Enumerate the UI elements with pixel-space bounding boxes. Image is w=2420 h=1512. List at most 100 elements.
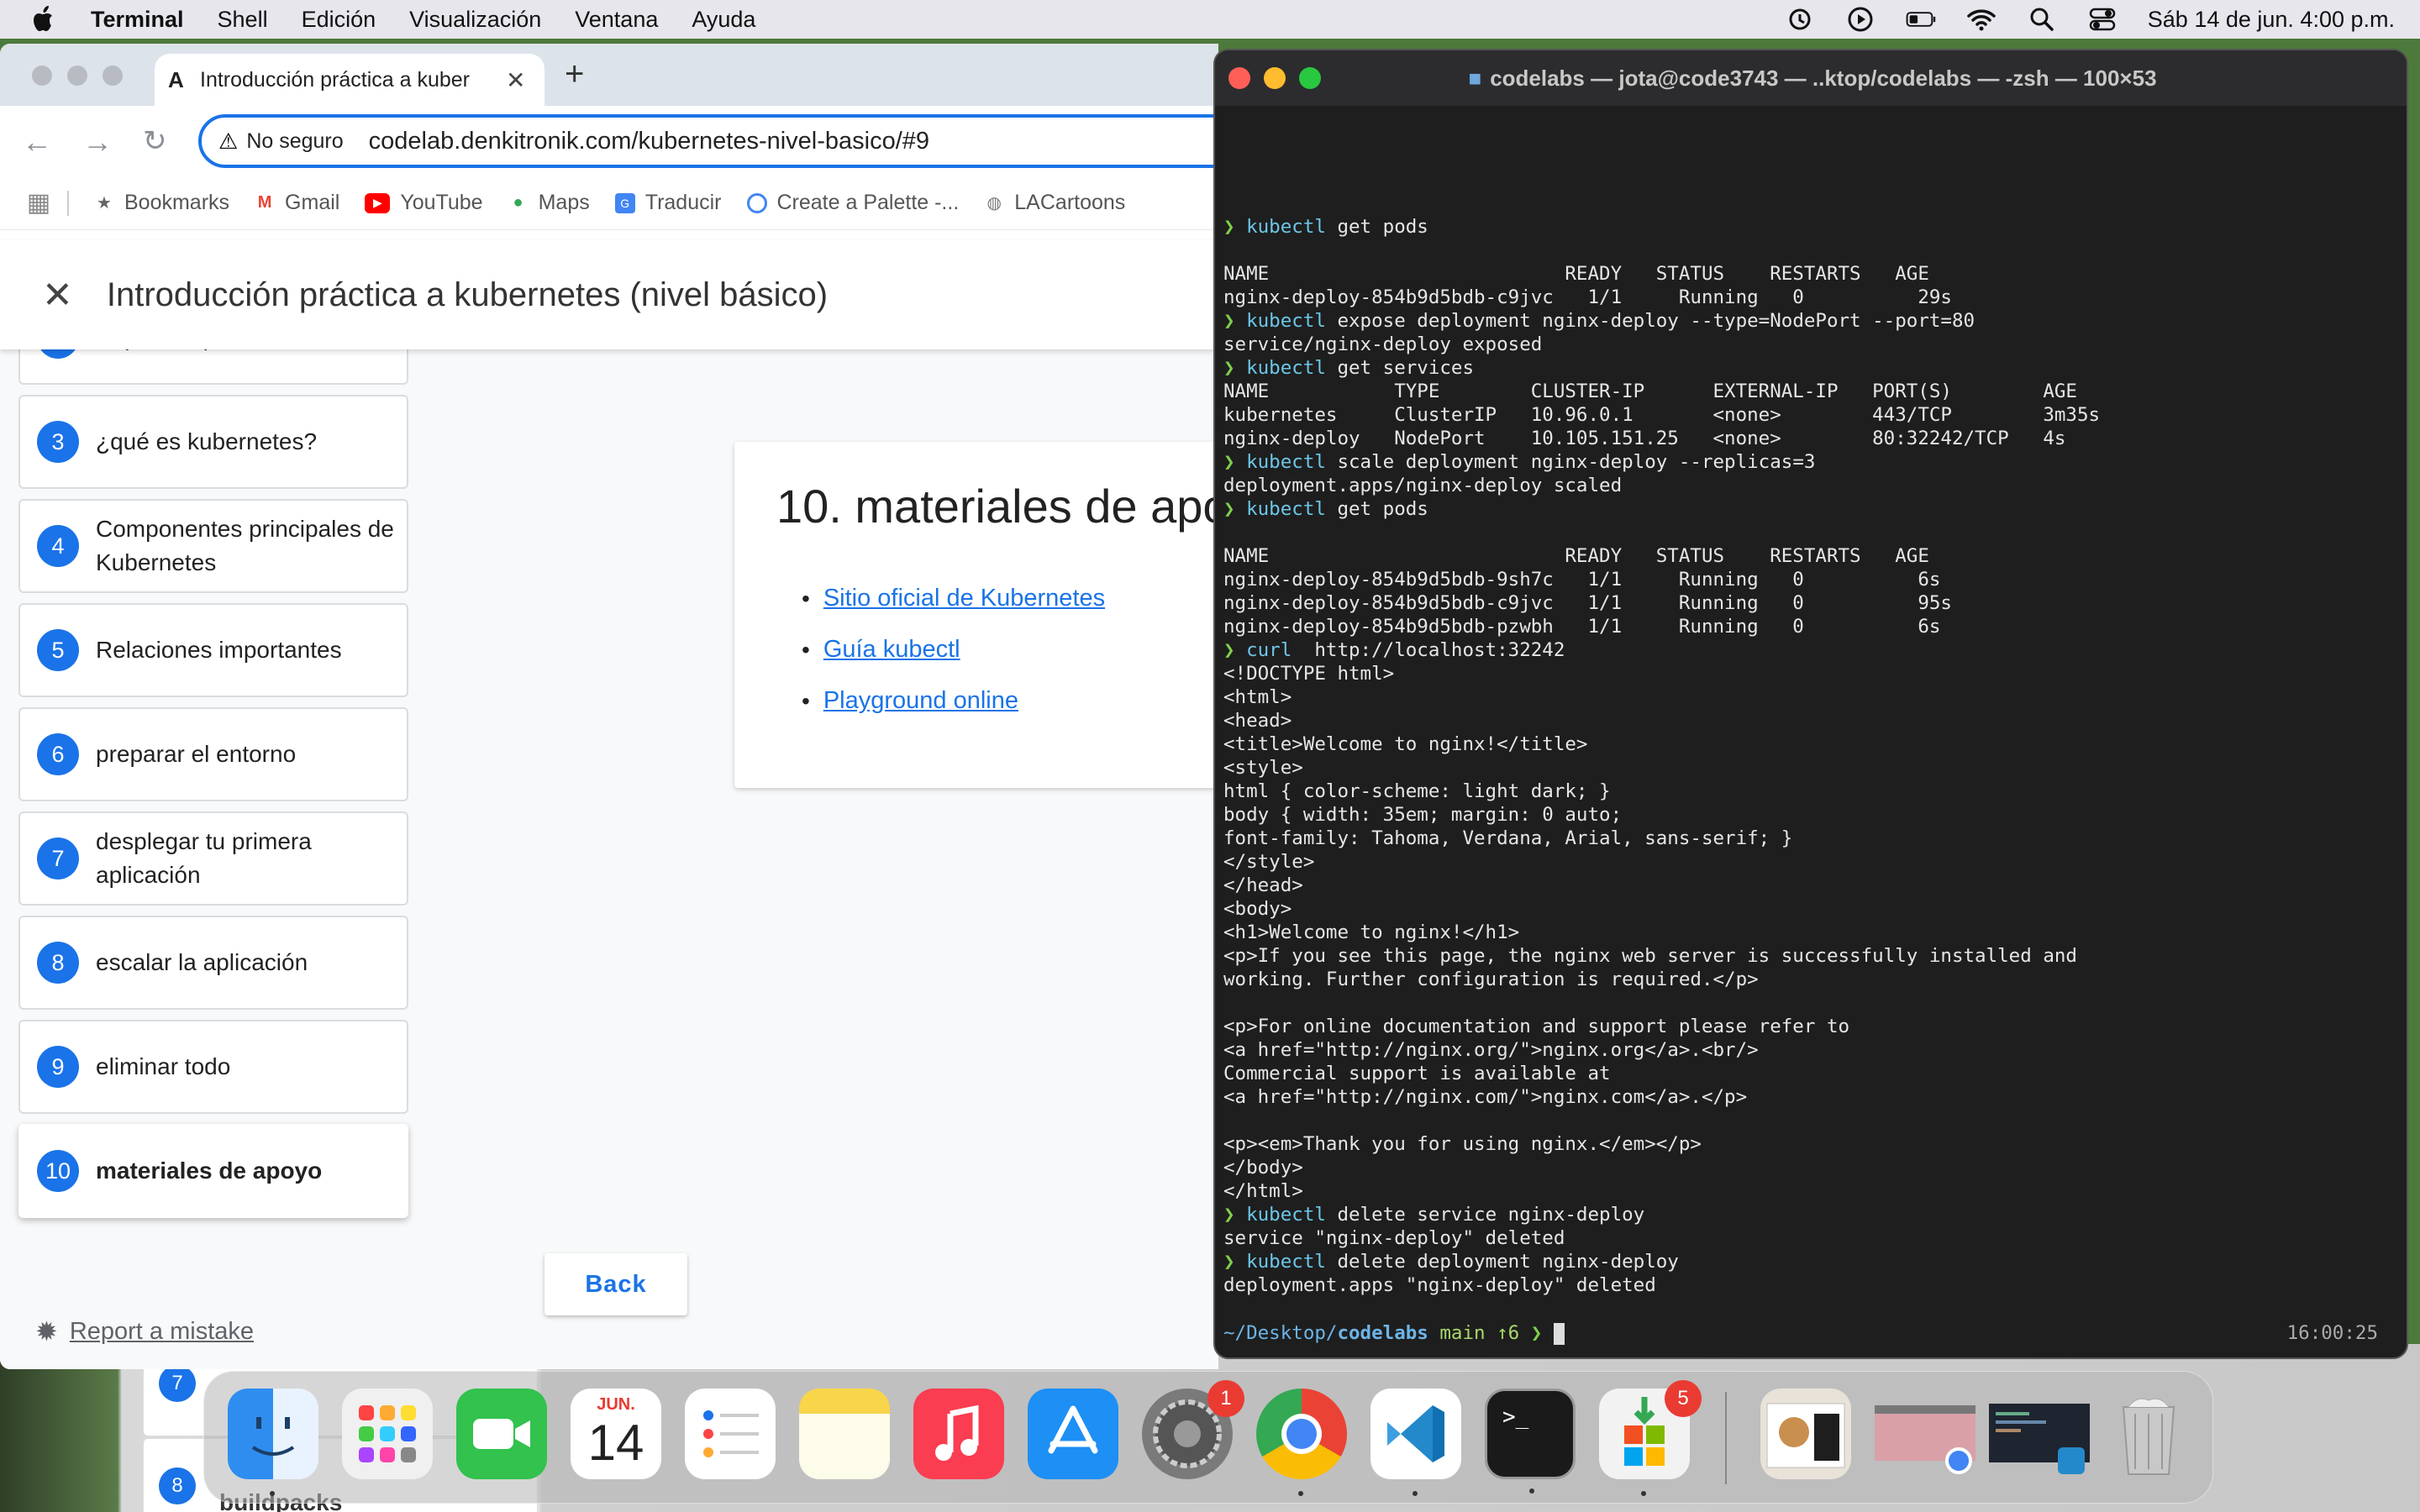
bookmark-label: YouTube xyxy=(400,191,483,214)
menu-app-name[interactable]: Terminal xyxy=(91,7,184,33)
step-item-10[interactable]: 10 materiales de apoyo xyxy=(18,1124,408,1218)
bookmark-create-palette[interactable]: Create a Palette -... xyxy=(746,191,959,215)
zoom-window-button[interactable] xyxy=(103,66,123,86)
new-tab-icon[interactable]: + xyxy=(565,55,584,93)
notes-icon[interactable] xyxy=(799,1389,890,1479)
security-label[interactable]: No seguro xyxy=(246,129,343,154)
terminal-line: ❯ kubectl scale deployment nginx-deploy … xyxy=(1223,450,2400,474)
browser-tab[interactable]: A Introducción práctica a kuber ✕ xyxy=(155,54,544,106)
terminal-line: nginx-deploy-854b9d5bdb-pzwbh 1/1 Runnin… xyxy=(1223,615,2400,638)
close-tab-icon[interactable]: ✕ xyxy=(506,66,525,94)
timemachine-icon[interactable] xyxy=(1785,6,1815,33)
menu-visualizacion[interactable]: Visualización xyxy=(409,7,541,33)
terminal-line: deployment.apps "nginx-deploy" deleted xyxy=(1223,1273,2400,1297)
prompt-arrow: ❯ xyxy=(1223,639,1247,661)
window-thumbnail-vscode[interactable] xyxy=(1989,1389,2090,1479)
forward-arrow-icon[interactable]: → xyxy=(82,124,113,160)
minimize-window-button[interactable] xyxy=(67,66,87,86)
warning-icon[interactable]: ⚠ xyxy=(218,129,238,155)
browser-window: A Introducción práctica a kuber ✕ + ← → … xyxy=(0,44,1218,1369)
step-label: Componentes principales de Kubernetes xyxy=(96,516,394,575)
battery-icon[interactable] xyxy=(1906,6,1936,33)
command-name: kubectl xyxy=(1246,498,1326,520)
terminal-line: ❯ kubectl delete service nginx-deploy xyxy=(1223,1203,2400,1226)
step-item-7[interactable]: 7 desplegar tu primera aplicación xyxy=(18,811,408,906)
search-icon[interactable] xyxy=(2027,6,2057,33)
bookmark-maps[interactable]: ● Maps xyxy=(508,191,590,215)
step-item-3[interactable]: 3 ¿qué es kubernetes? xyxy=(18,395,408,489)
wifi-icon[interactable] xyxy=(1966,6,1996,33)
office-installer-icon[interactable]: 5 xyxy=(1599,1380,1702,1496)
list-item: Guía kubectl xyxy=(802,636,1105,664)
terminal-icon[interactable]: >_ xyxy=(1485,1389,1576,1494)
finder-icon[interactable] xyxy=(228,1389,318,1496)
menu-shell[interactable]: Shell xyxy=(218,7,268,33)
menu-ayuda[interactable]: Ayuda xyxy=(692,7,755,33)
back-button[interactable]: Back xyxy=(544,1253,687,1315)
control-center-icon[interactable] xyxy=(2087,6,2118,33)
line-text: nginx-deploy-854b9d5bdb-c9jvc 1/1 Runnin… xyxy=(1223,286,1952,308)
downloads-stack-icon[interactable] xyxy=(1760,1389,1851,1479)
minimize-window-button[interactable] xyxy=(1264,67,1286,89)
line-text: delete deployment nginx-deploy xyxy=(1325,1251,1679,1273)
back-arrow-icon[interactable]: ← xyxy=(22,124,52,160)
terminal-line: </body> xyxy=(1223,1156,2400,1179)
running-indicator xyxy=(1298,1491,1303,1496)
url-text[interactable]: codelab.denkitronik.com/kubernetes-nivel… xyxy=(369,128,929,155)
terminal-line: </head> xyxy=(1223,874,2400,897)
music-icon[interactable] xyxy=(913,1389,1004,1479)
report-mistake-link[interactable]: ✹ Report a mistake xyxy=(35,1315,254,1347)
window-thumbnail-chrome[interactable] xyxy=(1875,1389,1975,1479)
reminders-icon[interactable] xyxy=(685,1389,776,1479)
close-codelab-icon[interactable]: ✕ xyxy=(42,274,73,317)
bookmark-traducir[interactable]: G Traducir xyxy=(614,191,722,215)
calendar-icon[interactable]: JUN. 14 xyxy=(571,1389,661,1479)
terminal-line: ❯ kubectl expose deployment nginx-deploy… xyxy=(1223,309,2400,333)
link-kubernetes-site[interactable]: Sitio oficial de Kubernetes xyxy=(823,585,1105,612)
line-text: service/nginx-deploy exposed xyxy=(1223,333,1543,355)
address-bar[interactable]: ⚠ No seguro codelab.denkitronik.com/kube… xyxy=(198,114,1218,168)
play-icon[interactable] xyxy=(1845,6,1876,33)
list-item: Playground online xyxy=(802,687,1105,715)
link-kubectl-guide[interactable]: Guía kubectl xyxy=(823,636,960,664)
bookmark-gmail[interactable]: M Gmail xyxy=(255,191,340,215)
menu-edicion[interactable]: Edición xyxy=(302,7,376,33)
menu-datetime[interactable]: Sáb 14 de jun. 4:00 p.m. xyxy=(2148,7,2395,33)
step-item-6[interactable]: 6 preparar el entorno xyxy=(18,707,408,801)
terminal-line: NAME READY STATUS RESTARTS AGE xyxy=(1223,262,2400,286)
app-store-icon[interactable] xyxy=(1028,1389,1118,1479)
trash-icon[interactable] xyxy=(2103,1389,2194,1479)
step-item-5[interactable]: 5 Relaciones importantes xyxy=(18,603,408,697)
line-text: <a href="http://nginx.com/">nginx.com</a… xyxy=(1223,1086,1748,1108)
bookmark-youtube[interactable]: ▶ YouTube xyxy=(365,191,483,215)
zoom-window-button[interactable] xyxy=(1299,67,1321,89)
step-item-4[interactable]: 4 Componentes principales de Kubernetes xyxy=(18,499,408,593)
terminal-prompt[interactable]: ~/Desktop/codelabs main ↑6 ❯ xyxy=(1223,1322,2400,1345)
line-text: nginx-deploy NodePort 10.105.151.25 <non… xyxy=(1223,428,2066,449)
vscode-icon[interactable] xyxy=(1370,1389,1461,1496)
link-playground[interactable]: Playground online xyxy=(823,687,1018,715)
system-settings-icon[interactable]: 1 xyxy=(1142,1380,1244,1479)
terminal-output[interactable]: ❯ kubectl get pods NAME READY STATUS REST… xyxy=(1223,215,2400,1297)
terminal-line: <p>If you see this page, the nginx web s… xyxy=(1223,944,2400,968)
facetime-icon[interactable] xyxy=(456,1389,547,1479)
apps-grid-icon[interactable]: ▦ xyxy=(27,189,50,217)
close-window-button[interactable] xyxy=(1228,67,1250,89)
prompt-arrow: ❯ xyxy=(1223,1204,1247,1226)
line-text: </html> xyxy=(1223,1180,1303,1202)
bookmark-bookmarks[interactable]: ★ Bookmarks xyxy=(94,191,229,215)
menu-ventana[interactable]: Ventana xyxy=(575,7,658,33)
step-item-9[interactable]: 9 eliminar todo xyxy=(18,1020,408,1114)
step-label: ¿qué es kubernetes? xyxy=(96,428,318,454)
reload-icon[interactable]: ↻ xyxy=(143,124,167,158)
close-window-button[interactable] xyxy=(32,66,52,86)
bookmark-lacartoons[interactable]: ◍ LACartoons xyxy=(984,191,1126,215)
star-icon: ★ xyxy=(97,194,112,213)
chrome-icon[interactable] xyxy=(1256,1389,1347,1496)
launchpad-icon[interactable] xyxy=(342,1389,433,1479)
step-item-8[interactable]: 8 escalar la aplicación xyxy=(18,916,408,1010)
apple-icon[interactable] xyxy=(32,5,57,34)
line-text: deployment.apps "nginx-deploy" deleted xyxy=(1223,1274,1656,1296)
